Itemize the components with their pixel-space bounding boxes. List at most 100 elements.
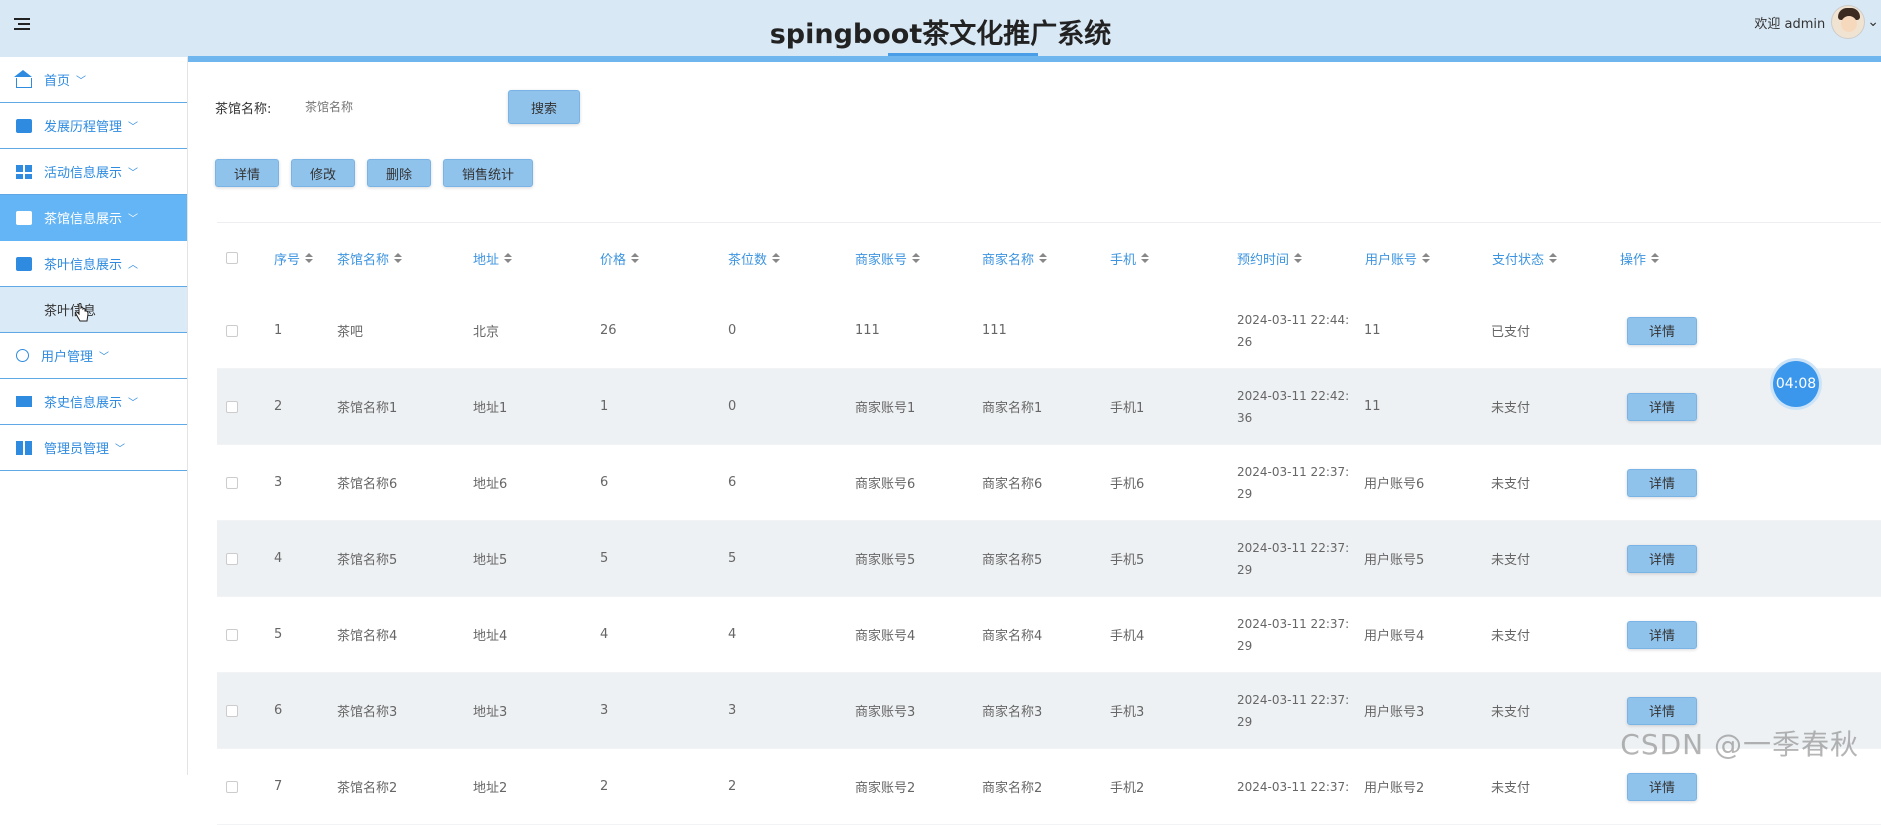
table-row[interactable]: 3茶馆名称6地址666商家账号6商家名称6手机62024-03-11 22:37… — [217, 445, 1881, 521]
timer-badge[interactable]: 04:08 — [1773, 361, 1819, 407]
select-all-checkbox[interactable] — [226, 252, 238, 264]
row-detail-button[interactable]: 详情 — [1627, 545, 1697, 573]
cell-phone: 手机3 — [1110, 701, 1237, 720]
row-checkbox[interactable] — [226, 705, 238, 717]
column-header[interactable]: 地址 — [473, 249, 600, 268]
column-header[interactable]: 预约时间 — [1237, 249, 1365, 268]
column-header[interactable]: 价格 — [600, 249, 728, 268]
search-button[interactable]: 搜索 — [508, 90, 580, 124]
booking-time-seconds: 29 — [1237, 635, 1364, 657]
row-checkbox[interactable] — [226, 629, 238, 641]
action-toolbar: 详情 修改 删除 销售统计 — [215, 159, 533, 187]
sort-icon[interactable] — [1422, 253, 1430, 263]
sort-icon[interactable] — [1294, 253, 1302, 263]
edit-button[interactable]: 修改 — [291, 159, 355, 187]
sort-icon[interactable] — [772, 253, 780, 263]
row-checkbox[interactable] — [226, 781, 238, 793]
sort-icon[interactable] — [631, 253, 639, 263]
row-detail-button[interactable]: 详情 — [1627, 393, 1697, 421]
sort-icon[interactable] — [504, 253, 512, 263]
table-row[interactable]: 1茶吧北京2601111112024-03-11 22:44:2611已支付详情 — [217, 293, 1881, 369]
cell-no: 1 — [274, 323, 337, 338]
booking-time-date: 2024-03-11 22:37: — [1237, 613, 1364, 635]
sort-icon[interactable] — [1141, 253, 1149, 263]
column-header-label: 用户账号 — [1365, 249, 1417, 268]
table-header: 序号茶馆名称 地址价格茶位数 商家账号商家名称手机 预约时间用户账号 支付状态操作 — [217, 223, 1881, 293]
sort-icon[interactable] — [1549, 253, 1557, 263]
booking-time-cell: 2024-03-11 22:37:29 — [1237, 461, 1364, 505]
avatar[interactable] — [1831, 5, 1865, 39]
table-row[interactable]: 4茶馆名称5地址555商家账号5商家名称5手机52024-03-11 22:37… — [217, 521, 1881, 597]
cell-name: 茶馆名称1 — [337, 397, 473, 416]
booking-time-date: 2024-03-11 22:42: — [1237, 385, 1364, 407]
cell-pay: 未支付 — [1491, 625, 1619, 644]
cell-addr: 地址1 — [473, 397, 600, 416]
column-header[interactable]: 用户账号 — [1365, 249, 1492, 268]
row-detail-button[interactable]: 详情 — [1627, 697, 1697, 725]
cell-price: 4 — [600, 627, 728, 642]
sidebar-item-3[interactable]: 茶馆信息展示 ﹀ — [0, 195, 187, 241]
sidebar-item-4[interactable]: 茶叶信息展示︿ — [0, 241, 187, 287]
booking-time-date: 2024-03-11 22:44: — [1237, 309, 1364, 331]
column-header-label: 操作 — [1620, 249, 1646, 268]
row-checkbox[interactable] — [226, 401, 238, 413]
sort-icon[interactable] — [305, 253, 313, 263]
column-header[interactable]: 商家账号 — [855, 249, 982, 268]
column-header[interactable]: 茶馆名称 — [337, 249, 473, 268]
row-checkbox-cell — [217, 705, 274, 717]
cell-phone: 手机6 — [1110, 473, 1237, 492]
sort-icon[interactable] — [912, 253, 920, 263]
user-menu[interactable]: 欢迎 admin ⌄ — [1754, 8, 1881, 36]
column-header[interactable]: 序号 — [274, 249, 337, 268]
cell-mname: 商家名称3 — [982, 701, 1110, 720]
sidebar-item-7[interactable]: 管理员管理﹀ — [0, 425, 187, 471]
chevron-down-icon: ﹀ — [128, 210, 138, 225]
cell-no: 5 — [274, 627, 337, 642]
cell-uacc: 用户账号6 — [1364, 473, 1491, 492]
row-detail-button[interactable]: 详情 — [1627, 317, 1697, 345]
column-header-label: 茶馆名称 — [337, 249, 389, 268]
row-checkbox[interactable] — [226, 553, 238, 565]
sidebar-item-5[interactable]: 用户管理﹀ — [0, 333, 187, 379]
delete-button[interactable]: 删除 — [367, 159, 431, 187]
column-header-label: 茶位数 — [728, 249, 767, 268]
row-checkbox[interactable] — [226, 325, 238, 337]
sidebar-item-0[interactable]: 首页﹀ — [0, 57, 187, 103]
sort-icon[interactable] — [394, 253, 402, 263]
column-header[interactable]: 操作 — [1620, 249, 1740, 268]
sort-icon[interactable] — [1039, 253, 1047, 263]
row-detail-button[interactable]: 详情 — [1627, 773, 1697, 801]
table-row[interactable]: 5茶馆名称4地址444商家账号4商家名称4手机42024-03-11 22:37… — [217, 597, 1881, 673]
column-header[interactable]: 茶位数 — [728, 249, 855, 268]
table-row[interactable]: 2茶馆名称1地址110商家账号1商家名称1手机12024-03-11 22:42… — [217, 369, 1881, 445]
search-input[interactable] — [305, 91, 500, 123]
booking-time-seconds: 29 — [1237, 483, 1364, 505]
row-checkbox-cell — [217, 781, 274, 793]
column-header-label: 手机 — [1110, 249, 1136, 268]
cell-phone: 手机5 — [1110, 549, 1237, 568]
chevron-down-icon: ﹀ — [99, 348, 109, 363]
column-header[interactable]: 手机 — [1110, 249, 1237, 268]
column-header[interactable]: 商家名称 — [982, 249, 1110, 268]
chevron-down-icon[interactable]: ⌄ — [1867, 14, 1879, 30]
cell-addr: 地址6 — [473, 473, 600, 492]
detail-button[interactable]: 详情 — [215, 159, 279, 187]
row-checkbox[interactable] — [226, 477, 238, 489]
sort-icon[interactable] — [1651, 253, 1659, 263]
sidebar-item-1[interactable]: 发展历程管理﹀ — [0, 103, 187, 149]
cell-price: 5 — [600, 551, 728, 566]
row-detail-button[interactable]: 详情 — [1627, 469, 1697, 497]
sales-stats-button[interactable]: 销售统计 — [443, 159, 533, 187]
cell-pay: 已支付 — [1491, 321, 1619, 340]
sidebar-item-2[interactable]: 活动信息展示﹀ — [0, 149, 187, 195]
sidebar-subitem-tea-info[interactable]: 茶叶信息 — [0, 287, 187, 333]
cell-uacc: 11 — [1364, 323, 1491, 338]
column-header[interactable]: 支付状态 — [1492, 249, 1620, 268]
chevron-down-icon: ﹀ — [128, 118, 138, 133]
row-detail-button[interactable]: 详情 — [1627, 621, 1697, 649]
sidebar-item-6[interactable]: 茶史信息展示﹀ — [0, 379, 187, 425]
sidebar-item-label: 茶馆信息展示 — [44, 208, 122, 227]
cell-seats: 0 — [728, 323, 855, 338]
operation-cell: 详情 — [1619, 317, 1739, 345]
sidebar-item-label: 活动信息展示 — [44, 162, 122, 181]
